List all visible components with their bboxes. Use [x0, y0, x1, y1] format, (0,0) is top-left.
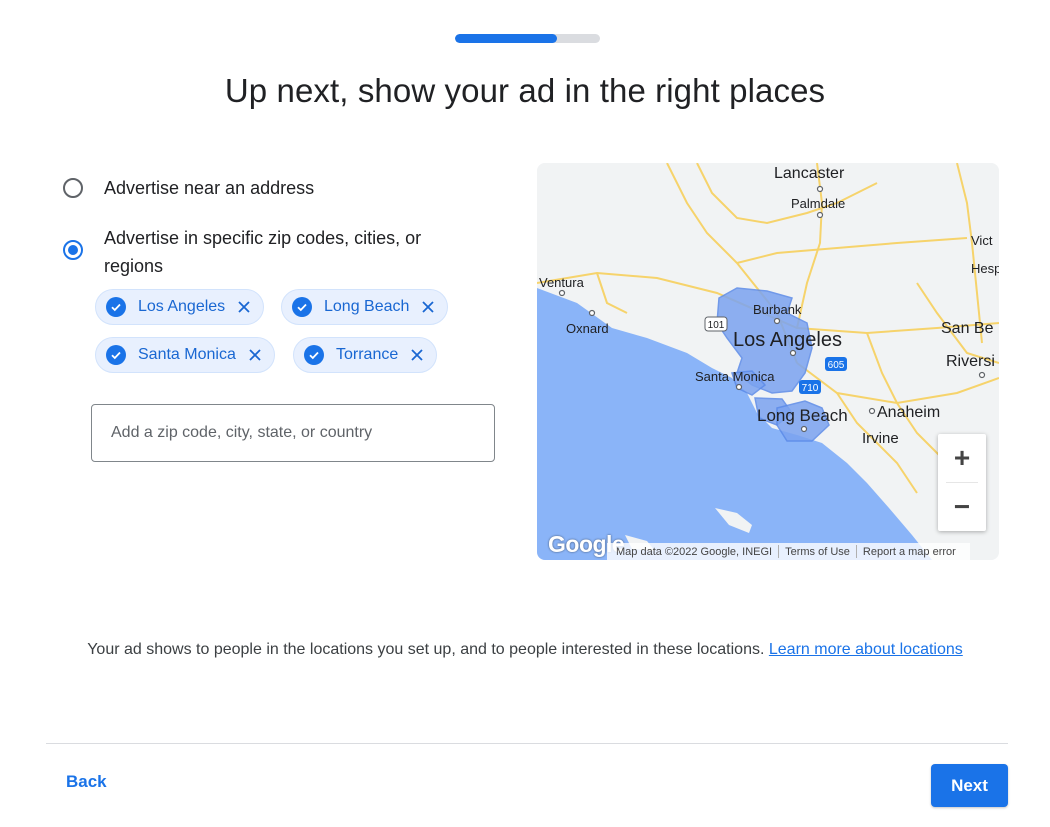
remove-chip-icon[interactable]	[408, 346, 426, 364]
location-chip: Los Angeles	[95, 289, 265, 325]
zoom-out-button[interactable]: −	[938, 483, 986, 531]
chip-label: Los Angeles	[138, 298, 226, 315]
chip-label: Santa Monica	[138, 346, 236, 363]
lancaster-label: Lancaster	[774, 165, 845, 182]
map-attribution: Map data ©2022 Google, INEGI Terms of Us…	[607, 543, 970, 560]
radio-button-checked[interactable]	[63, 240, 83, 260]
terms-link[interactable]: Terms of Use	[779, 546, 856, 558]
footer-divider	[46, 743, 1008, 744]
back-button[interactable]: Back	[66, 772, 107, 792]
chip-label: Torrance	[336, 346, 399, 363]
info-text: Your ad shows to people in the locations…	[87, 641, 765, 658]
progress-bar	[455, 34, 600, 43]
radio-advertise-specific-regions[interactable]: Advertise in specific zip codes, cities,…	[63, 228, 484, 280]
burbank-label: Burbank	[753, 302, 802, 317]
check-circle-icon	[106, 297, 126, 317]
route-605-label: 605	[828, 360, 845, 371]
location-search-field[interactable]	[91, 404, 495, 462]
remove-chip-icon[interactable]	[419, 298, 437, 316]
plus-icon: +	[953, 442, 971, 473]
oxnard-label: Oxnard	[566, 321, 609, 336]
ventura-label: Ventura	[539, 275, 585, 290]
location-chip: Santa Monica	[95, 337, 275, 373]
route-710-label: 710	[802, 383, 819, 394]
minus-icon: −	[953, 491, 971, 522]
locations-info: Your ad shows to people in the locations…	[70, 638, 980, 662]
long-beach-label: Long Beach	[757, 406, 848, 425]
page-title: Up next, show your ad in the right place…	[224, 72, 826, 109]
palmdale-label: Palmdale	[791, 196, 845, 211]
learn-more-link[interactable]: Learn more about locations	[769, 641, 963, 658]
map[interactable]: 101 605 710 Lancaster Palmdale Vict Hesp…	[537, 163, 999, 560]
riverside-label: Riversi	[946, 353, 995, 370]
map-canvas: 101 605 710 Lancaster Palmdale Vict Hesp…	[537, 163, 999, 560]
chip-label: Long Beach	[324, 298, 410, 315]
remove-chip-icon[interactable]	[246, 346, 264, 364]
radio-label: Advertise in specific zip codes, cities,…	[104, 228, 422, 276]
hesperia-label: Hesp	[971, 261, 999, 276]
route-101-label: 101	[708, 320, 725, 331]
los-angeles-label: Los Angeles	[733, 329, 842, 351]
location-chip: Long Beach	[281, 289, 449, 325]
location-search-input[interactable]	[92, 405, 494, 461]
report-map-error-link[interactable]: Report a map error	[857, 546, 962, 558]
san-bernardino-label: San Be	[941, 320, 994, 337]
irvine-label: Irvine	[862, 430, 899, 447]
santa-monica-label: Santa Monica	[695, 369, 775, 384]
radio-button-unchecked[interactable]	[63, 178, 83, 198]
remove-chip-icon[interactable]	[235, 298, 253, 316]
victorville-label: Vict	[971, 233, 993, 248]
radio-advertise-near-address[interactable]: Advertise near an address	[63, 178, 314, 202]
location-chip: Torrance	[293, 337, 438, 373]
next-button[interactable]: Next	[931, 764, 1008, 807]
check-circle-icon	[304, 345, 324, 365]
check-circle-icon	[106, 345, 126, 365]
check-circle-icon	[292, 297, 312, 317]
map-zoom-controls: + −	[938, 434, 986, 531]
anaheim-label: Anaheim	[877, 404, 940, 421]
radio-label: Advertise near an address	[104, 178, 315, 198]
zoom-in-button[interactable]: +	[938, 434, 986, 482]
map-data-text: Map data ©2022 Google, INEGI	[616, 545, 773, 558]
progress-fill	[455, 34, 557, 43]
